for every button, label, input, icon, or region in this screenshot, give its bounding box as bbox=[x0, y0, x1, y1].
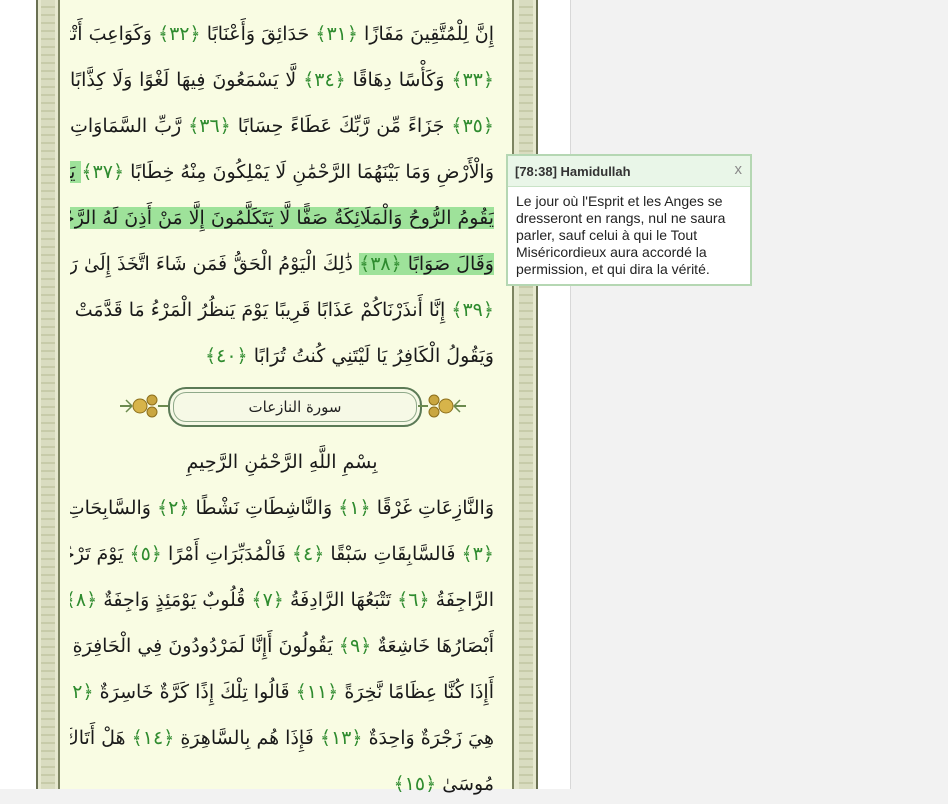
verse-text[interactable]: وَالنَّازِعَاتِ غَرْقًا bbox=[371, 497, 494, 519]
verse-line: ﴿٣٥﴾ جَزَاءً مِّن رَّبِّكَ عَطَاءً حِسَا… bbox=[70, 106, 494, 146]
verse-text[interactable]: رَّبِّ السَّمَاوَاتِ bbox=[70, 115, 188, 137]
verse-text[interactable]: يَقُومُ الرُّوحُ وَالْمَلَائِكَةُ صَفًّا… bbox=[70, 207, 494, 229]
verse-number-marker[interactable]: ﴿٣٢﴾ bbox=[158, 23, 201, 45]
verse-text[interactable]: هَلْ أَتَاكَ حَدِيثُ bbox=[70, 727, 132, 749]
verse-number-marker[interactable]: ﴿٤﴾ bbox=[292, 543, 325, 565]
translation-text: Le jour où l'Esprit et les Anges se dres… bbox=[516, 193, 726, 277]
verse-line: يَقُومُ الرُّوحُ وَالْمَلَائِكَةُ صَفًّا… bbox=[70, 198, 494, 238]
verse-line: وَيَقُولُ الْكَافِرُ يَا لَيْتَنِي كُنتُ… bbox=[70, 336, 494, 376]
verse-number-marker[interactable]: ﴿٩﴾ bbox=[339, 635, 372, 657]
verse-text[interactable]: الرَّاجِفَةُ bbox=[430, 589, 494, 611]
verse-number-marker[interactable]: ﴿٣١﴾ bbox=[315, 23, 358, 45]
close-icon[interactable]: x bbox=[735, 161, 743, 178]
verse-line: مُوسَىٰ ﴿١٥﴾ bbox=[70, 764, 495, 804]
translation-popup: [78:38] Hamidullah x Le jour où l'Esprit… bbox=[506, 154, 752, 286]
popup-title: [78:38] Hamidullah bbox=[515, 164, 631, 179]
verse-number-marker[interactable]: ﴿٣٧﴾ bbox=[81, 161, 124, 183]
verse-text[interactable]: ذَٰلِكَ الْيَوْمُ الْحَقُّ فَمَن شَاءَ ا… bbox=[70, 253, 359, 275]
verse-text[interactable]: وَكَوَاعِبَ أَتْرَابًا bbox=[70, 23, 158, 45]
verse-text[interactable]: تَتْبَعُهَا الرَّادِفَةُ bbox=[284, 589, 397, 611]
verse-text[interactable]: وَالسَّابِحَاتِ سَبْحًا bbox=[70, 497, 157, 519]
verse-line: ﴿٣٩﴾ إِنَّا أَنذَرْنَاكُمْ عَذَابًا قَرِ… bbox=[70, 290, 494, 330]
verse-line: ﴿٣﴾ فَالسَّابِقَاتِ سَبْقًا ﴿٤﴾ فَالْمُد… bbox=[70, 534, 494, 574]
verse-number-marker[interactable]: ﴿٨﴾ bbox=[70, 589, 97, 611]
verse-text[interactable]: وَقَالَ صَوَابًا bbox=[401, 253, 494, 275]
verse-text[interactable]: جَزَاءً مِّن رَّبِّكَ عَطَاءً حِسَابًا bbox=[231, 115, 451, 137]
verse-text[interactable]: قُلُوبٌ يَوْمَئِذٍ وَاجِفَةٌ bbox=[97, 589, 251, 611]
verse-number-marker[interactable]: ﴿١﴾ bbox=[338, 497, 371, 519]
border-ornament-left bbox=[41, 0, 55, 789]
verse-text[interactable]: أَإِذَا كُنَّا عِظَامًا نَّخِرَةً bbox=[338, 681, 494, 703]
verse-number-marker[interactable]: ﴿٣٤﴾ bbox=[303, 69, 346, 91]
verse-number-marker[interactable]: ﴿١٢﴾ bbox=[70, 681, 94, 703]
verse-number-marker[interactable]: ﴿١٣﴾ bbox=[320, 727, 363, 749]
verse-text[interactable]: أَبْصَارُهَا خَاشِعَةٌ bbox=[371, 635, 494, 657]
verse-number-marker[interactable]: ﴿٤٠﴾ bbox=[205, 345, 248, 367]
verse-number-marker[interactable]: ﴿٢﴾ bbox=[157, 497, 190, 519]
verse-text[interactable]: يَوْمَ bbox=[70, 161, 82, 183]
verse-line: وَقَالَ صَوَابًا ﴿٣٨﴾ ذَٰلِكَ الْيَوْمُ … bbox=[70, 244, 494, 284]
verse-line: الرَّاجِفَةُ ﴿٦﴾ تَتْبَعُهَا الرَّادِفَة… bbox=[70, 580, 494, 620]
verse-text[interactable]: يَوْمَ تَرْجُفُ bbox=[70, 543, 129, 565]
verse-text[interactable]: يَقُولُونَ أَإِنَّا لَمَرْدُودُونَ فِي ا… bbox=[70, 635, 339, 657]
verse-number-marker[interactable]: ﴿١٤﴾ bbox=[132, 727, 175, 749]
verse-text[interactable]: مُوسَىٰ bbox=[436, 773, 494, 795]
surah-title-frame: سورة النازعات bbox=[168, 387, 422, 427]
verse-line: أَبْصَارُهَا خَاشِعَةٌ ﴿٩﴾ يَقُولُونَ أَ… bbox=[70, 626, 494, 666]
verse-text[interactable]: فَالسَّابِقَاتِ سَبْقًا bbox=[324, 543, 461, 565]
verse-number-marker[interactable]: ﴿٣٣﴾ bbox=[451, 69, 494, 91]
verse-text[interactable]: لَّا يَسْمَعُونَ فِيهَا لَغْوًا وَلَا كِ… bbox=[70, 69, 303, 91]
verse-text[interactable]: إِنَّا أَنذَرْنَاكُمْ عَذَابًا قَرِيبًا … bbox=[70, 299, 451, 321]
verse-text[interactable]: إِنَّ لِلْمُتَّقِينَ مَفَازًا bbox=[358, 23, 494, 45]
verse-number-marker[interactable]: ﴿٣٩﴾ bbox=[451, 299, 494, 321]
verse-text[interactable]: فَالْمُدَبِّرَاتِ أَمْرًا bbox=[162, 543, 292, 565]
verse-text[interactable]: حَدَائِقَ وَأَعْنَابًا bbox=[201, 23, 316, 45]
verse-text[interactable]: وَالنَّاشِطَاتِ نَشْطًا bbox=[189, 497, 338, 519]
verse-text[interactable]: وَكَأْسًا دِهَاقًا bbox=[346, 69, 452, 91]
floral-ornament-icon bbox=[120, 394, 168, 418]
verse-text[interactable]: وَالْأَرْضِ وَمَا بَيْنَهُمَا الرَّحْمَٰ… bbox=[124, 161, 494, 183]
floral-ornament-icon bbox=[418, 394, 466, 418]
basmala-line: بِسْمِ اللَّهِ الرَّحْمَٰنِ الرَّحِيمِ bbox=[70, 442, 494, 482]
verse-number-marker[interactable]: ﴿٥﴾ bbox=[129, 543, 162, 565]
verse-text[interactable]: هِيَ زَجْرَةٌ وَاحِدَةٌ bbox=[363, 727, 494, 749]
verse-number-marker[interactable]: ﴿١١﴾ bbox=[296, 681, 339, 703]
verse-line: إِنَّ لِلْمُتَّقِينَ مَفَازًا ﴿٣١﴾ حَدَا… bbox=[70, 14, 494, 54]
verse-text[interactable]: قَالُوا تِلْكَ إِذًا كَرَّةٌ خَاسِرَةٌ bbox=[94, 681, 296, 703]
verse-number-marker[interactable]: ﴿٣٦﴾ bbox=[188, 115, 231, 137]
verse-number-marker[interactable]: ﴿٦﴾ bbox=[397, 589, 430, 611]
surah-header-banner: سورة النازعات bbox=[118, 384, 468, 428]
verse-line: أَإِذَا كُنَّا عِظَامًا نَّخِرَةً ﴿١١﴾ ق… bbox=[70, 672, 494, 712]
verse-line: هِيَ زَجْرَةٌ وَاحِدَةٌ ﴿١٣﴾ فَإِذَا هُم… bbox=[70, 718, 494, 758]
verse-text[interactable]: فَإِذَا هُم بِالسَّاهِرَةِ bbox=[174, 727, 320, 749]
verse-number-marker[interactable]: ﴿٣﴾ bbox=[462, 543, 495, 565]
verse-number-marker[interactable]: ﴿٧﴾ bbox=[251, 589, 284, 611]
verse-line: وَالْأَرْضِ وَمَا بَيْنَهُمَا الرَّحْمَٰ… bbox=[70, 152, 494, 192]
popup-header: [78:38] Hamidullah x bbox=[508, 156, 750, 187]
verse-line: وَالنَّازِعَاتِ غَرْقًا ﴿١﴾ وَالنَّاشِطَ… bbox=[70, 488, 494, 528]
verse-number-marker[interactable]: ﴿٣٥﴾ bbox=[451, 115, 494, 137]
verse-number-marker[interactable]: ﴿١٥﴾ bbox=[394, 773, 437, 795]
quran-page: إِنَّ لِلْمُتَّقِينَ مَفَازًا ﴿٣١﴾ حَدَا… bbox=[0, 0, 571, 795]
surah-title: سورة النازعات bbox=[248, 398, 342, 416]
border-ornament-right bbox=[519, 0, 533, 789]
verse-text[interactable]: وَيَقُولُ الْكَافِرُ يَا لَيْتَنِي كُنتُ… bbox=[248, 345, 494, 367]
verse-line: ﴿٣٣﴾ وَكَأْسًا دِهَاقًا ﴿٣٤﴾ لَّا يَسْمَ… bbox=[70, 60, 494, 100]
verse-number-marker[interactable]: ﴿٣٨﴾ bbox=[359, 253, 402, 275]
verse-text[interactable]: بِسْمِ اللَّهِ الرَّحْمَٰنِ الرَّحِيمِ bbox=[187, 451, 378, 473]
